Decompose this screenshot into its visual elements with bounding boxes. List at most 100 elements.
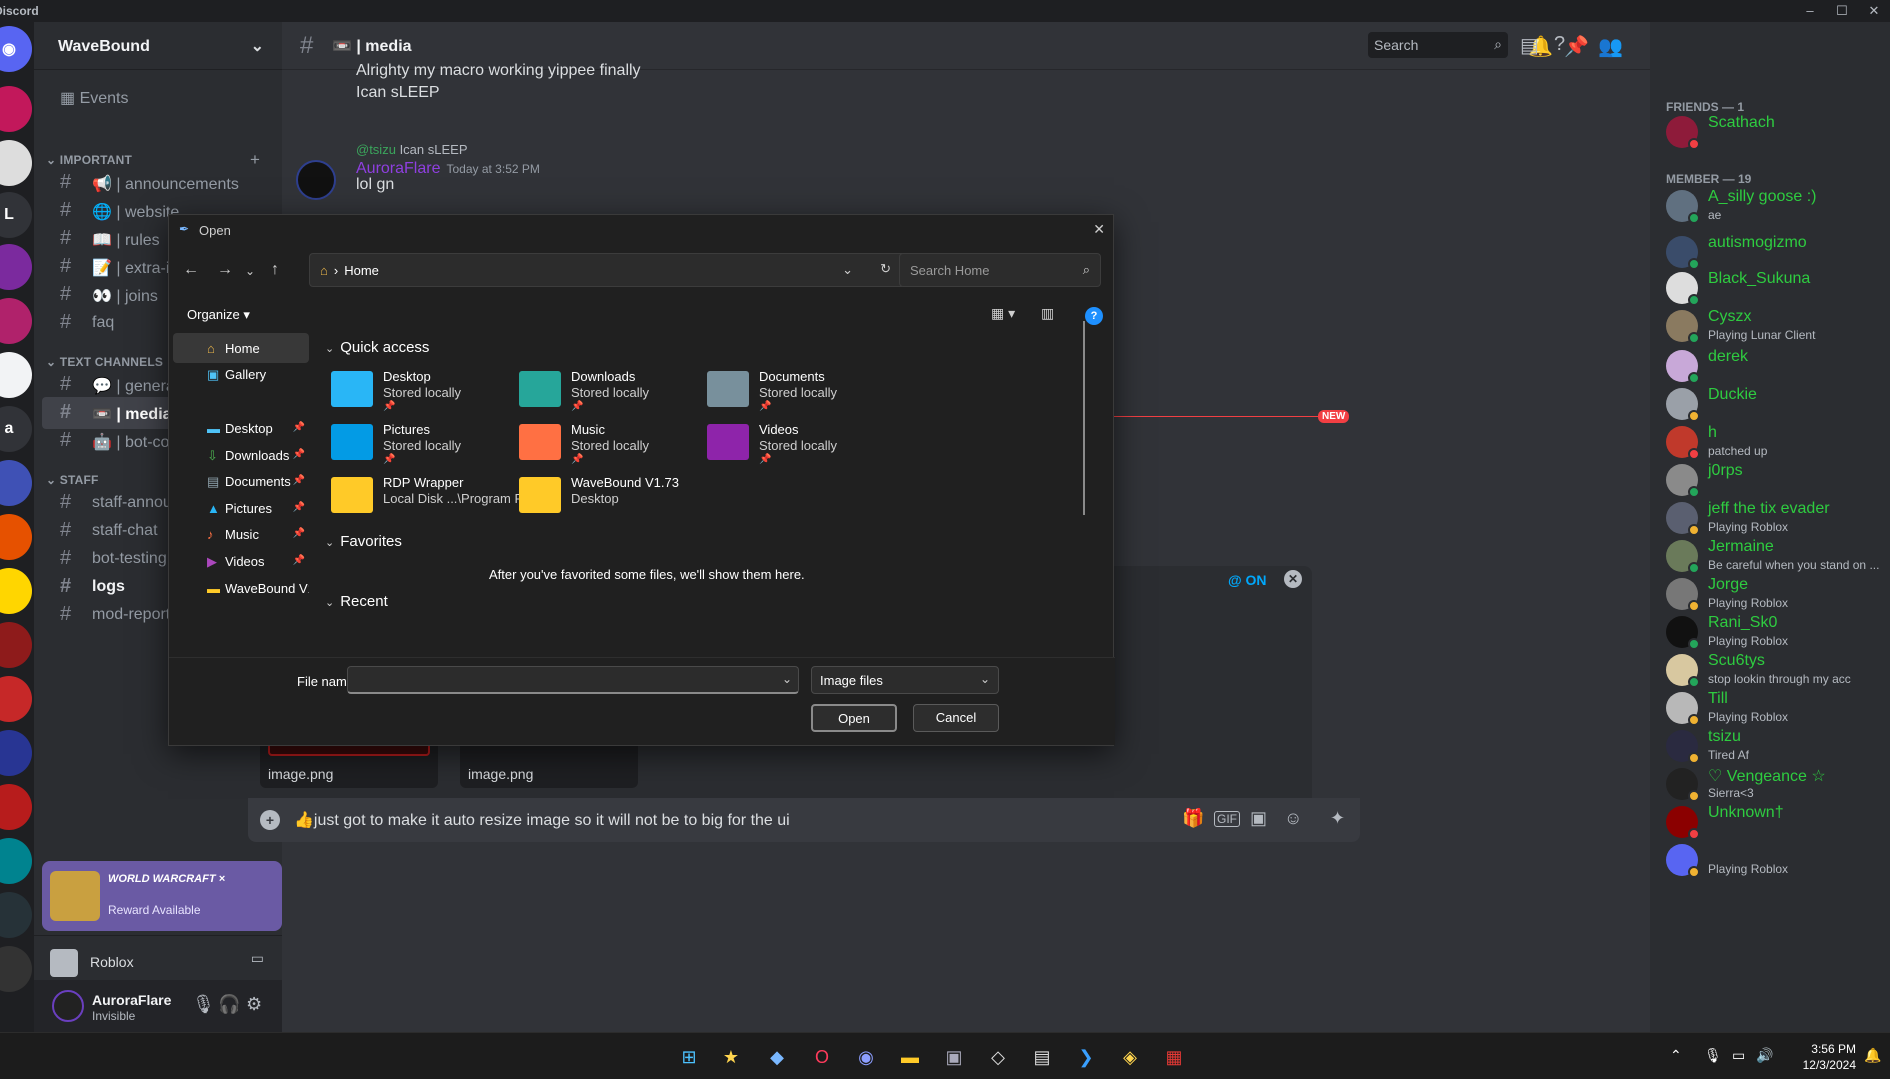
pin-icon[interactable]: 📌 [293,502,305,513]
quick-access-item[interactable]: WaveBound V1.73 Desktop [519,473,739,523]
file-type-select[interactable]: Image files ⌄ [811,666,999,694]
help-icon[interactable]: ? [1554,33,1565,56]
dialog-search-input[interactable]: Search Home ⌕ [899,253,1101,287]
forward-arrow-icon[interactable]: → [217,261,233,279]
member-item[interactable]: Rani_Sk0 Playing Roblox [1666,612,1886,652]
minimize-icon[interactable]: – [1794,0,1826,22]
pin-icon[interactable]: 📌 [293,528,305,539]
stream-icon[interactable]: ▭ [251,950,264,967]
server-icon[interactable] [0,244,32,290]
pin-icon[interactable]: 📌 [1564,34,1589,59]
chevron-down-icon[interactable]: ⌄ [782,672,792,686]
member-item[interactable]: j0rps [1666,460,1886,500]
member-item[interactable]: jeff the tix evader Playing Roblox [1666,498,1886,538]
app-icon[interactable]: ▤ [1030,1045,1054,1069]
server-icon[interactable] [0,892,32,938]
member-item[interactable]: Duckie [1666,384,1886,424]
back-arrow-icon[interactable]: ← [183,261,199,279]
up-arrow-icon[interactable]: ↑ [271,261,279,279]
member-item[interactable]: autismogizmo [1666,232,1886,272]
opera-icon[interactable]: O [810,1045,834,1069]
refresh-icon[interactable]: ↻ [880,261,891,277]
favorites-header[interactable]: ⌄ Favorites [325,533,402,550]
server-icon[interactable] [0,140,32,186]
activity-bar[interactable]: Roblox ▭ [34,935,282,985]
nav-desktop[interactable]: ▬ Desktop 📌 [173,413,309,443]
member-item[interactable]: A_silly goose :) ae [1666,186,1886,226]
category-text-channels[interactable]: ⌄ TEXT CHANNELS [46,355,163,369]
server-icon[interactable]: a [0,406,32,452]
nav-wavebound-folder[interactable]: ▬ WaveBound V1. [173,573,309,603]
server-icon[interactable] [0,568,32,614]
add-attachment-icon[interactable]: + [260,810,280,830]
member-item[interactable]: Jorge Playing Roblox [1666,574,1886,614]
emoji-icon[interactable]: ☺ [1284,808,1302,829]
vscode-icon[interactable]: ❯ [1074,1045,1098,1069]
app-icon[interactable]: ▦ [1162,1045,1186,1069]
member-item[interactable]: Unknown† [1666,802,1886,842]
inbox-icon[interactable]: ▤ [1520,33,1539,58]
server-icon[interactable] [0,514,32,560]
server-icon[interactable] [0,730,32,776]
view-options-icon[interactable]: ▦ ▾ [991,305,1015,322]
file-explorer-icon[interactable]: ▬ [898,1045,922,1069]
notification-bell-icon[interactable]: 🔔 [1864,1047,1881,1064]
apps-icon[interactable]: ✦ [1330,808,1345,829]
close-icon[interactable]: ✕ [1284,570,1302,588]
server-icon[interactable] [0,838,32,884]
quick-access-item[interactable]: Pictures Stored locally 📌 [331,420,551,470]
member-item[interactable]: tsizu Tired Af [1666,726,1886,766]
mic-icon[interactable]: 🎙 [1704,1047,1722,1064]
member-item[interactable]: Cyszx Playing Lunar Client [1666,306,1886,346]
reply-mention[interactable]: @tsizu [356,142,396,157]
app-icon[interactable]: ◇ [986,1045,1010,1069]
events-link[interactable]: ▦ Events [60,88,128,108]
server-icon[interactable] [0,352,32,398]
app-icon[interactable]: ▣ [942,1045,966,1069]
clock[interactable]: 3:56 PM 12/3/2024 [1796,1041,1856,1073]
close-icon[interactable]: ✕ [1093,221,1105,238]
settings-icon[interactable]: ⚙ [246,994,262,1015]
copilot-icon[interactable]: ◆ [765,1045,789,1069]
members-icon[interactable]: 👥 [1598,34,1623,59]
category-important[interactable]: ⌄ IMPORTANT + [46,150,260,169]
pin-icon[interactable]: 📌 [293,422,305,433]
reply-preview[interactable]: @tsizu Ican sLEEP [356,142,468,157]
maximize-icon[interactable]: ☐ [1826,0,1858,22]
address-bar[interactable]: ⌂ › Home ⌄ ↻ [309,253,906,287]
server-icon[interactable] [0,946,32,992]
pin-icon[interactable]: 📌 [293,475,305,486]
gif-icon[interactable]: GIF [1214,811,1240,827]
nav-gallery[interactable]: ▣ Gallery [173,359,309,389]
chevron-down-icon[interactable]: ⌄ [842,262,853,278]
quick-access-item[interactable]: Downloads Stored locally 📌 [519,367,739,417]
author-name[interactable]: AuroraFlare [356,160,440,177]
message-input[interactable]: 👍just got to make it auto resize image s… [294,810,790,830]
pin-icon[interactable]: 📌 [293,449,305,460]
server-icon[interactable] [0,622,32,668]
nav-videos[interactable]: ▶ Videos 📌 [173,546,309,576]
member-item[interactable]: h patched up [1666,422,1886,462]
server-icon[interactable] [0,460,32,506]
avatar[interactable] [296,160,336,200]
quick-access-item[interactable]: Desktop Stored locally 📌 [331,367,551,417]
search-input[interactable]: Search ⌕ [1368,32,1508,58]
server-icon[interactable] [0,298,32,344]
nav-music[interactable]: ♪ Music 📌 [173,519,309,549]
recent-locations-icon[interactable]: ⌄ [245,264,255,278]
close-window-icon[interactable]: ✕ [1858,0,1890,22]
mic-icon[interactable]: 🎙 [192,994,215,1015]
member-item[interactable]: Playing Roblox [1666,840,1886,880]
discord-home-icon[interactable]: ◉ [0,26,32,72]
member-item[interactable]: derek [1666,346,1886,386]
quick-access-item[interactable]: Music Stored locally 📌 [519,420,739,470]
category-staff[interactable]: ⌄ STAFF [46,473,99,487]
member-item[interactable]: Scu6tys stop lookin through my acc [1666,650,1886,690]
widgets-icon[interactable]: ★ [719,1045,743,1069]
server-header[interactable]: WaveBound ⌄ [34,22,282,70]
nav-documents[interactable]: ▤ Documents 📌 [173,466,309,496]
server-icon[interactable] [0,784,32,830]
organize-button[interactable]: Organize ▾ [187,307,250,323]
gift-icon[interactable]: 🎁 [1182,808,1204,829]
member-item[interactable]: Jermaine Be careful when you stand on ... [1666,536,1886,576]
